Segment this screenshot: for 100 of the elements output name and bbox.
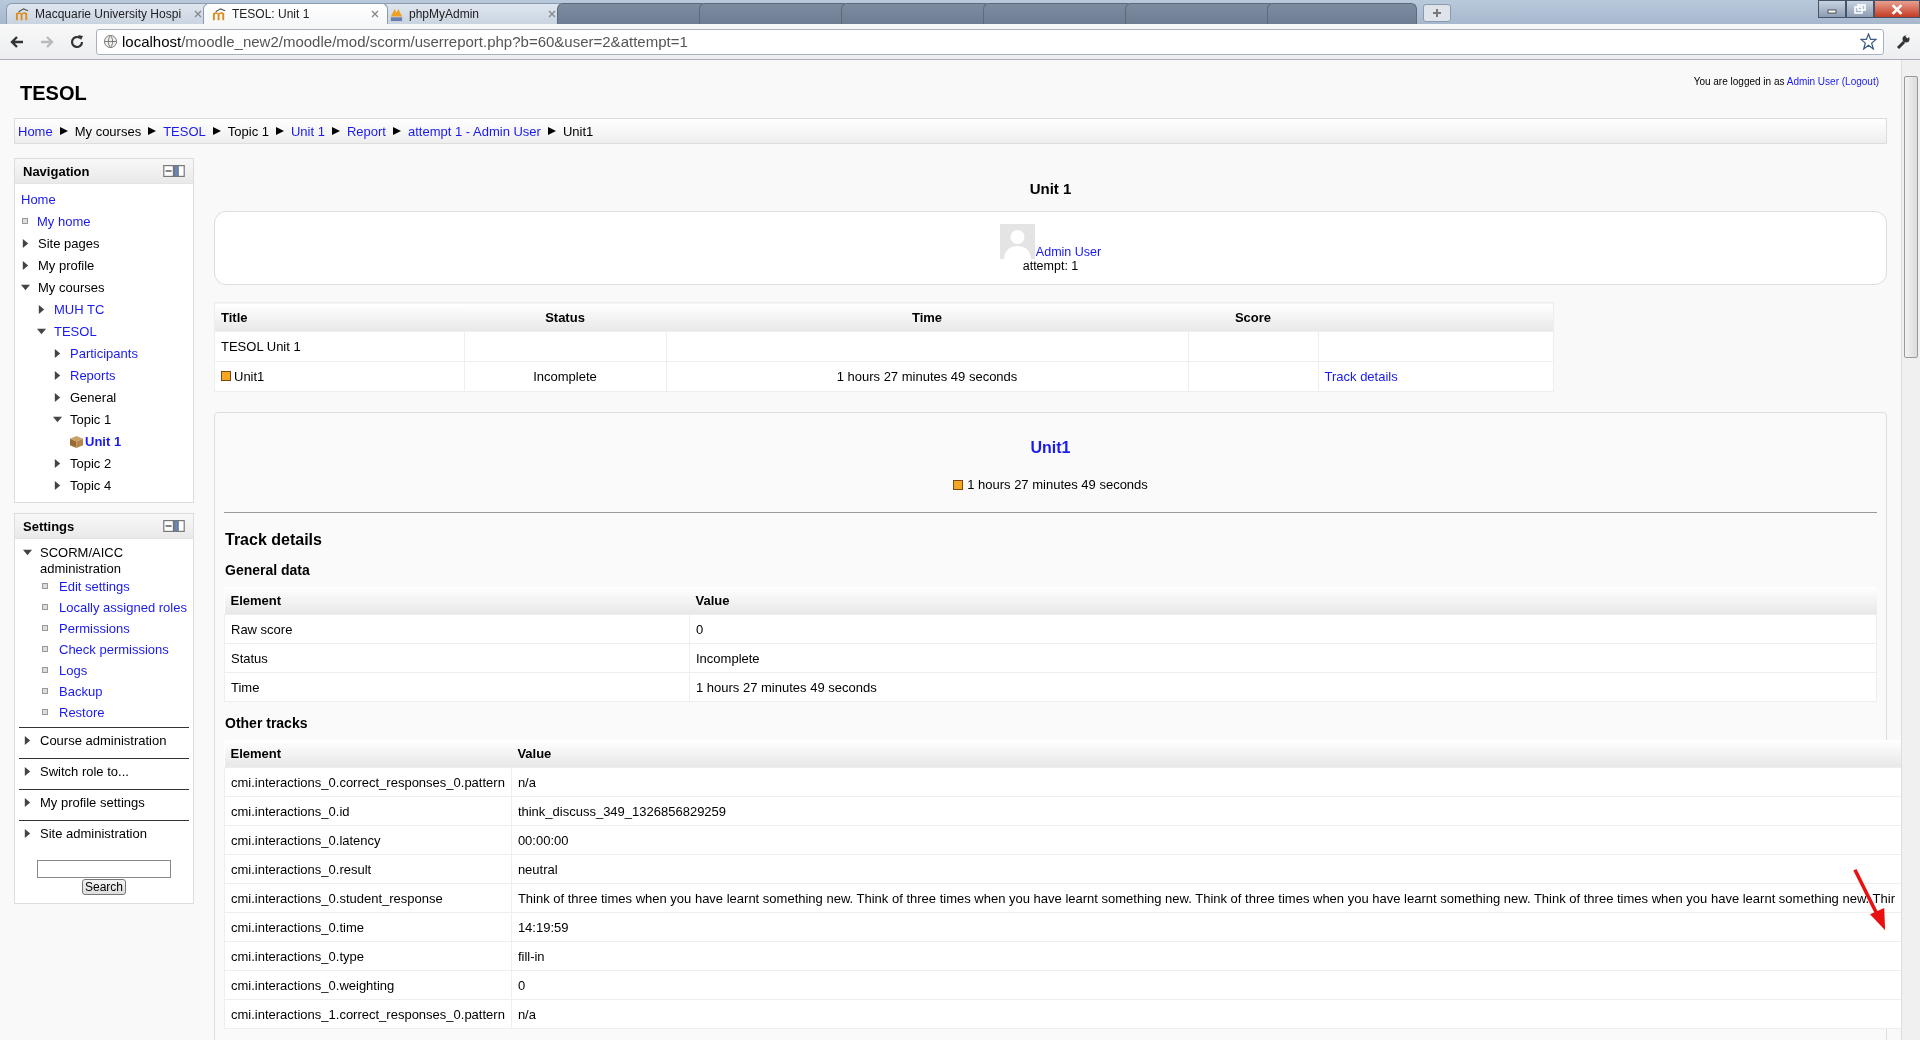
column-header: Value xyxy=(689,587,1877,615)
breadcrumb-link[interactable]: Unit 1 xyxy=(291,123,325,139)
track-details-link[interactable]: Track details xyxy=(1324,369,1398,384)
separator-icon xyxy=(275,126,285,136)
close-icon xyxy=(1890,3,1904,15)
bullet-icon xyxy=(42,625,48,631)
tree-link[interactable]: Participants xyxy=(70,345,138,361)
tree-item[interactable]: Course administration xyxy=(40,733,167,749)
dock-icon[interactable] xyxy=(163,520,185,532)
table-cell: Raw score xyxy=(224,614,690,644)
tree-toggle-icon[interactable] xyxy=(37,304,46,314)
tree-item[interactable]: My profile settings xyxy=(40,795,145,811)
column-header: Element xyxy=(224,587,690,615)
wrench-icon[interactable] xyxy=(1895,33,1911,50)
close-icon[interactable] xyxy=(194,10,202,18)
attempt-label: attempt: 1 xyxy=(1022,258,1079,273)
breadcrumb-link[interactable]: attempt 1 - Admin User xyxy=(408,123,541,139)
tree-toggle-icon[interactable] xyxy=(21,238,30,248)
tree-toggle-icon[interactable] xyxy=(53,414,62,424)
login-link[interactable]: (Logout) xyxy=(1841,76,1879,87)
close-button[interactable] xyxy=(1874,0,1920,18)
tree-link[interactable]: Home xyxy=(21,191,56,207)
breadcrumb-link[interactable]: Report xyxy=(346,123,386,139)
tree-link[interactable]: MUH TC xyxy=(54,301,105,317)
table-cell: cmi.interactions_0.type xyxy=(224,941,512,971)
site-title: TESOL xyxy=(20,82,87,105)
tree-toggle-icon[interactable] xyxy=(21,260,30,270)
search-field[interactable] xyxy=(37,860,171,878)
back-icon[interactable] xyxy=(9,33,25,50)
scrollbar[interactable] xyxy=(1901,60,1920,1040)
new-tab-button[interactable] xyxy=(1423,4,1451,22)
tree-item[interactable]: Topic 4 xyxy=(70,477,112,493)
tree-toggle-icon[interactable] xyxy=(37,326,46,336)
tree-toggle-icon[interactable] xyxy=(23,798,32,807)
tree-link[interactable]: Reports xyxy=(70,367,116,383)
table-cell: Incomplete xyxy=(689,643,1877,673)
tree-link[interactable]: Check permissions xyxy=(59,642,169,657)
tree-toggle-icon[interactable] xyxy=(23,736,32,745)
table-cell: 1 hours 27 minutes 49 seconds xyxy=(666,361,1188,392)
column-header: Score xyxy=(1188,302,1318,332)
login-info: You are logged in as Admin User (Logout) xyxy=(1693,76,1879,87)
address-bar[interactable]: localhost/moodle_new2/moodle/mod/scorm/userreport.php?b=60&user=2&attempt=1 xyxy=(96,28,1884,55)
tree-toggle-icon[interactable] xyxy=(23,829,32,838)
table-cell: cmi.interactions_0.correct_responses_0.pattern xyxy=(224,767,512,797)
tree-item[interactable]: Site administration xyxy=(40,826,147,842)
tree-item[interactable]: My profile xyxy=(38,257,95,273)
scrollbar-thumb[interactable] xyxy=(1904,76,1918,358)
tree-item[interactable]: Topic 1 xyxy=(70,411,112,427)
section-heading: Track details xyxy=(225,531,323,549)
globe-icon xyxy=(103,34,118,49)
reload-icon[interactable] xyxy=(69,33,85,50)
tree-link[interactable]: Locally assigned roles xyxy=(59,600,187,615)
dock-icon[interactable] xyxy=(163,165,185,177)
column-header: Value xyxy=(511,740,1901,768)
tree-toggle-icon[interactable] xyxy=(53,348,62,358)
login-link[interactable]: Admin User xyxy=(1786,76,1839,87)
tree-link[interactable]: My home xyxy=(37,213,91,229)
separator-icon xyxy=(58,126,69,136)
status-icon xyxy=(953,479,964,490)
tree-link[interactable]: Edit settings xyxy=(59,579,130,594)
maximize-button[interactable] xyxy=(1846,0,1874,18)
table-cell: cmi.interactions_0.latency xyxy=(224,825,512,855)
tree-link[interactable]: TESOL xyxy=(54,323,97,339)
sco-title-link[interactable]: Unit1 xyxy=(1030,439,1071,457)
table-cell: 1 hours 27 minutes 49 seconds xyxy=(689,672,1877,702)
bullet-icon xyxy=(42,709,48,715)
table-cell: Unit1 xyxy=(214,361,464,392)
browser-tab[interactable]: TESOL: Unit 1 xyxy=(203,3,388,24)
tree-item[interactable]: My courses xyxy=(38,279,105,295)
tree-toggle-icon[interactable] xyxy=(53,370,62,380)
close-icon[interactable] xyxy=(548,10,556,18)
tree-link[interactable]: Backup xyxy=(59,684,103,699)
minimize-button[interactable] xyxy=(1818,0,1846,18)
tree-item[interactable]: Topic 2 xyxy=(70,455,112,471)
tree-item[interactable]: Switch role to... xyxy=(40,764,129,780)
column-header: Time xyxy=(666,302,1188,332)
tree-link[interactable]: Permissions xyxy=(59,621,130,636)
search-button[interactable]: Search xyxy=(82,879,126,895)
tree-toggle-icon[interactable] xyxy=(23,548,32,557)
tree-link[interactable]: Unit 1 xyxy=(85,433,122,449)
tree-toggle-icon[interactable] xyxy=(53,480,62,490)
tree-toggle-icon[interactable] xyxy=(21,282,30,292)
close-icon[interactable] xyxy=(371,10,379,18)
table-cell: 0 xyxy=(689,614,1877,644)
tree-link[interactable]: Logs xyxy=(59,663,88,678)
tree-item[interactable]: Site pages xyxy=(38,235,100,251)
restore-icon xyxy=(1854,4,1866,14)
tree-item[interactable]: SCORM/AICC administration xyxy=(40,545,189,577)
bookmark-star-icon[interactable] xyxy=(1860,33,1877,50)
tree-toggle-icon[interactable] xyxy=(53,392,62,402)
tree-toggle-icon[interactable] xyxy=(53,458,62,468)
page-heading: Unit 1 xyxy=(1028,180,1073,197)
user-link[interactable]: Admin User xyxy=(1035,244,1102,259)
tree-link[interactable]: Restore xyxy=(59,705,105,720)
table-cell: cmi.interactions_0.result xyxy=(224,854,512,884)
tree-item[interactable]: General xyxy=(70,389,117,405)
tree-toggle-icon[interactable] xyxy=(23,767,32,776)
breadcrumb-link[interactable]: Home xyxy=(18,123,53,139)
breadcrumb-link[interactable]: TESOL xyxy=(163,123,206,139)
plus-icon xyxy=(1432,8,1442,18)
